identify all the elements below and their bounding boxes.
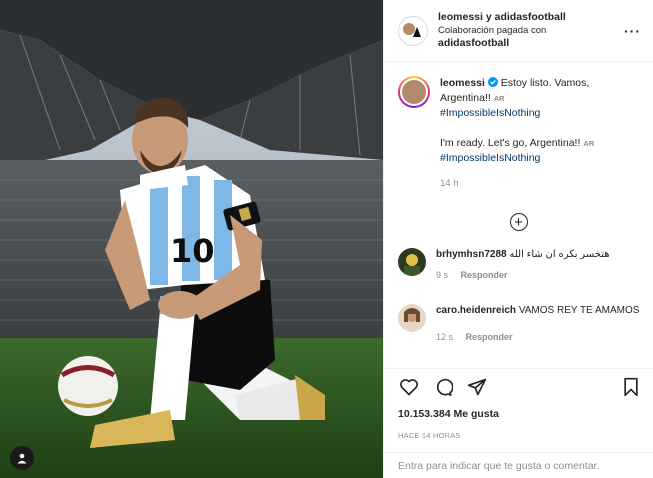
comment-text: هتخسر بكره ان شاء الله	[509, 249, 610, 260]
caption-avatar[interactable]	[398, 76, 430, 108]
post-image: 10	[0, 0, 383, 478]
hashtag-link-2[interactable]: #ImpossibleIsNothing	[440, 151, 639, 166]
comment-time: 12 s	[436, 332, 454, 342]
share-button[interactable]	[466, 376, 488, 398]
more-options-button[interactable]: ···	[624, 23, 641, 39]
save-button[interactable]	[620, 376, 642, 398]
header-text: leomessi y adidasfootball Colaboración p…	[438, 11, 624, 50]
add-comment-bar	[384, 452, 653, 478]
likes-count[interactable]: 10.153.384 Me gusta	[398, 408, 499, 420]
caption-ar-1: AR	[493, 94, 505, 103]
load-more-comments[interactable]: +	[384, 213, 653, 231]
user-tag-button[interactable]	[10, 446, 34, 470]
jersey-number: 10	[170, 232, 215, 270]
hashtag-link-1[interactable]: #ImpossibleIsNothing	[440, 106, 639, 121]
caption-ar-2: AR	[583, 139, 595, 148]
posted-time: HACE 14 HORAS	[398, 431, 461, 440]
comment-username[interactable]: caro.heidenreich	[436, 305, 516, 316]
comment-body: brhymhsn7288 هتخسر بكره ان شاء الله 9 s …	[436, 248, 642, 282]
user-tag-icon	[17, 453, 27, 464]
header-title[interactable]: leomessi y adidasfootball	[438, 11, 624, 24]
post-photo[interactable]: 10	[0, 0, 383, 478]
comment-item: brhymhsn7288 هتخسر بكره ان شاء الله 9 s …	[384, 248, 653, 282]
partner-link[interactable]: adidasfootball	[438, 37, 624, 50]
caption-username[interactable]: leomessi	[440, 77, 485, 89]
action-bar	[384, 368, 653, 404]
verified-badge-icon	[487, 77, 498, 87]
post-sidebar: leomessi y adidasfootball Colaboración p…	[383, 0, 653, 478]
comment-avatar[interactable]	[398, 248, 426, 276]
caption-line-2: I'm ready. Let's go, Argentina!!	[440, 137, 581, 149]
like-button[interactable]	[398, 376, 420, 398]
post-caption: leomessi Estoy listo. Vamos, Argentina!!…	[384, 62, 653, 191]
share-icon	[467, 378, 487, 395]
comment-item: caro.heidenreich VAMOS REY TE AMAMOS 12 …	[384, 304, 653, 344]
comment-meta: 9 s Responder	[436, 268, 642, 282]
more-icon: ···	[624, 22, 641, 39]
header-avatar[interactable]	[398, 15, 428, 46]
heart-icon	[400, 378, 418, 395]
comment-input[interactable]	[398, 459, 638, 472]
comment-text: VAMOS REY TE AMAMOS	[518, 305, 640, 316]
bookmark-icon	[624, 377, 638, 396]
collab-avatar-icon	[403, 22, 421, 37]
comment-avatar[interactable]	[398, 304, 426, 332]
comment-body: caro.heidenreich VAMOS REY TE AMAMOS 12 …	[436, 304, 642, 344]
reply-button[interactable]: Responder	[466, 332, 513, 342]
reply-button[interactable]: Responder	[461, 270, 508, 280]
plus-circle-icon: +	[509, 213, 528, 231]
caption-time: 14 h	[440, 178, 459, 189]
comment-icon	[436, 378, 453, 396]
post-header: leomessi y adidasfootball Colaboración p…	[384, 0, 653, 62]
paid-partnership-label: Colaboración pagada con	[438, 25, 547, 36]
comment-meta: 12 s Responder	[436, 330, 642, 344]
comment-button[interactable]	[432, 376, 454, 398]
comment-time: 9 s	[436, 270, 449, 280]
caption-body: leomessi Estoy listo. Vamos, Argentina!!…	[440, 76, 639, 191]
comment-username[interactable]: brhymhsn7288	[436, 249, 507, 260]
